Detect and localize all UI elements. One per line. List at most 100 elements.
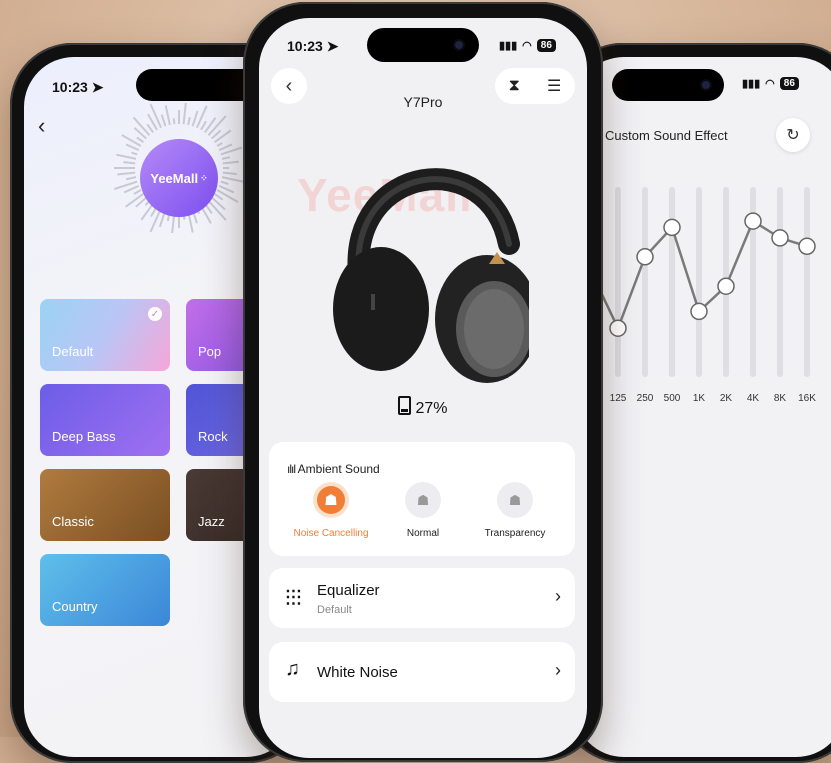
wave-bar xyxy=(172,118,176,125)
eq-handle-500[interactable] xyxy=(663,218,681,237)
eq-track-250 xyxy=(642,187,648,377)
mode-noise-cancelling[interactable]: ☗ Noise Cancelling xyxy=(281,482,381,539)
equalizer-sliders-icon: ⫶⫶⫶ xyxy=(285,586,302,611)
wave-bar xyxy=(125,176,137,181)
eq-handle-1K[interactable] xyxy=(690,302,708,321)
wave-bar xyxy=(214,193,224,201)
wave-bar xyxy=(222,171,237,176)
preset-deep-bass[interactable]: Deep Bass xyxy=(40,384,170,456)
eq-handle-16K[interactable] xyxy=(798,237,816,256)
battery-level: 27% xyxy=(259,396,587,418)
camera-icon xyxy=(455,41,463,49)
battery-indicator: 86 xyxy=(536,39,556,52)
mode-transparency[interactable]: ☗ Transparency xyxy=(465,482,565,539)
eq-handle-250[interactable] xyxy=(636,248,654,266)
menu-icon[interactable]: ☰ xyxy=(547,76,561,96)
wave-bar xyxy=(146,123,154,133)
dynamic-island xyxy=(367,28,479,62)
wave-bar xyxy=(218,143,233,152)
eq-band-label: 16K xyxy=(798,393,816,404)
eq-band-label: 8K xyxy=(773,393,787,404)
wave-bar xyxy=(121,134,142,147)
white-noise-row[interactable]: ♫ White Noise › xyxy=(269,642,575,702)
preset-label: Jazz xyxy=(198,514,225,529)
chevron-right-icon: › xyxy=(555,586,561,606)
eq-handle-4K[interactable] xyxy=(744,212,762,230)
wave-bar xyxy=(164,105,171,126)
mode-label: Transparency xyxy=(484,528,546,539)
chevron-right-icon: › xyxy=(555,660,561,680)
battery-indicator: 86 xyxy=(779,77,799,90)
custom-eq-screen: ▮▮▮ ◠ 86 Custom Sound Effect ↻ 125 250 500… xyxy=(574,57,831,757)
reset-icon[interactable]: ↻ xyxy=(776,118,810,152)
wave-bar xyxy=(131,151,138,156)
eq-curve-chart[interactable] xyxy=(574,167,824,407)
wave-bar xyxy=(221,156,231,160)
status-icons: ▮▮▮ ◠ 86 xyxy=(742,77,799,90)
preset-label: Default xyxy=(52,344,94,359)
equalizer-row[interactable]: ⫶⫶⫶ Equalizer Default › xyxy=(269,568,575,628)
wave-bar xyxy=(216,189,239,203)
preset-label: Country xyxy=(52,599,98,614)
wifi-icon: ◠ xyxy=(522,40,532,52)
eq-band-label: 1K xyxy=(692,393,706,404)
wave-bar xyxy=(116,153,137,160)
wave-bar xyxy=(211,129,222,140)
wave-bar xyxy=(221,176,244,183)
preset-label: Pop xyxy=(198,344,222,359)
wave-bar xyxy=(132,116,151,136)
eq-band-label: 125 xyxy=(609,393,627,404)
white-noise-title: White Noise xyxy=(317,664,398,681)
eq-handle-8K[interactable] xyxy=(771,229,789,247)
wave-bar xyxy=(125,193,144,208)
normal-mode-icon: ☗ xyxy=(405,482,441,518)
yeemall-logo: YeeMall ⁘ xyxy=(140,139,218,217)
eq-track-1K xyxy=(696,187,702,377)
selected-check-icon: ✓ xyxy=(148,307,162,321)
wave-bar xyxy=(160,114,167,127)
hourglass-timer-icon[interactable]: ⧗ xyxy=(509,77,520,95)
ambient-sound-card: ılıl Ambient Sound ☗ Noise Cancelling ☗ … xyxy=(269,442,575,556)
wave-bar xyxy=(117,171,136,176)
dynamic-island xyxy=(612,69,724,101)
ambient-sound-title: ılıl Ambient Sound xyxy=(287,462,380,476)
status-time: 10:23 ➤ xyxy=(287,38,339,54)
signal-icon: ▮▮▮ xyxy=(499,40,518,52)
preset-default[interactable]: Default ✓ xyxy=(40,299,170,371)
preset-classic[interactable]: Classic xyxy=(40,469,170,541)
wave-bar xyxy=(182,103,187,125)
wave-bar xyxy=(214,129,232,143)
status-time: 10:23 ➤ xyxy=(52,79,104,95)
eq-band-label: 4K xyxy=(746,393,760,404)
eq-track-125 xyxy=(615,187,621,377)
signal-icon: ▮▮▮ xyxy=(742,78,761,90)
custom-eq-title: Custom Sound Effect xyxy=(605,128,728,143)
eq-handle-2K[interactable] xyxy=(717,277,735,295)
eq-handle-125[interactable] xyxy=(609,319,627,337)
headphones-image xyxy=(333,168,529,383)
camera-icon xyxy=(702,81,710,89)
transparency-icon: ☗ xyxy=(497,482,533,518)
eq-track-8K xyxy=(777,187,783,377)
mode-normal[interactable]: ☗ Normal xyxy=(373,482,473,539)
wave-bar xyxy=(149,103,163,129)
wave-bar xyxy=(133,189,142,195)
noise-cancelling-icon: ☗ xyxy=(313,482,349,518)
back-button[interactable]: ‹ xyxy=(38,113,45,139)
mode-label: Normal xyxy=(406,528,440,539)
wave-bar xyxy=(220,180,229,186)
wave-bar xyxy=(136,136,144,143)
wave-bar xyxy=(222,160,239,165)
wave-bar xyxy=(191,110,199,127)
wifi-icon: ◠ xyxy=(765,78,775,90)
phone-device-main: 10:23 ➤ ▮▮▮ ◠ 86 ‹ Y7Pro ⧗ ☰ YeeMall 27%… xyxy=(243,2,603,762)
wave-bar xyxy=(187,116,191,126)
preset-country[interactable]: Country xyxy=(40,554,170,626)
preset-label: Classic xyxy=(52,514,94,529)
wave-bar xyxy=(123,161,136,165)
wave-bar xyxy=(125,143,140,152)
equalizer-subtitle: Default xyxy=(317,604,352,616)
wave-bar xyxy=(200,120,207,131)
eq-band-label: 2K xyxy=(719,393,733,404)
wave-bar xyxy=(216,142,223,147)
